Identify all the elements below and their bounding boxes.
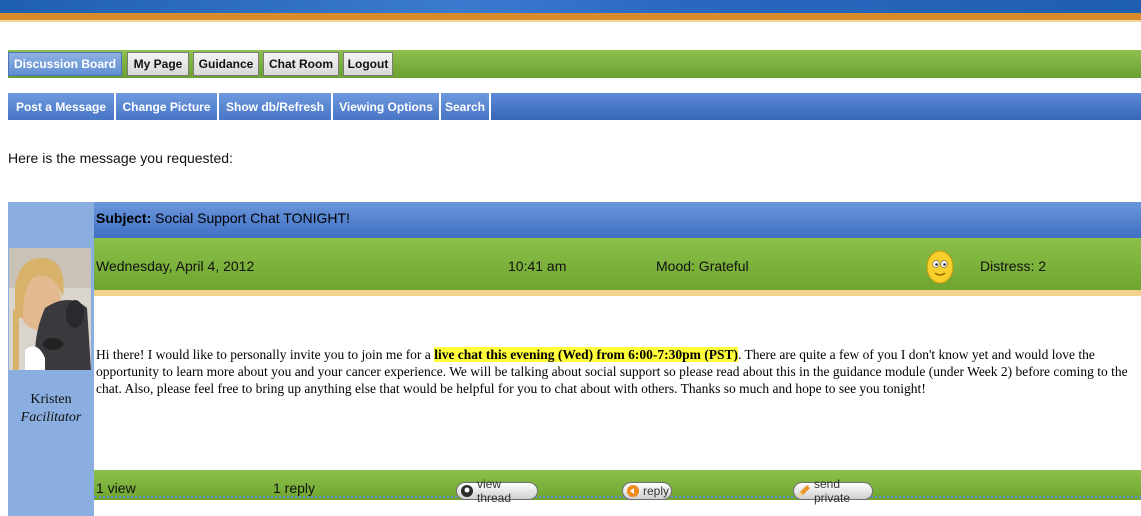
pencil-icon [796, 483, 812, 499]
tab-logout[interactable]: Logout [343, 52, 393, 76]
author-name: Kristen [30, 392, 72, 407]
intro-text: Here is the message you requested: [8, 150, 233, 166]
reply-count: 1 reply [273, 480, 316, 496]
banner-blue-stripe [0, 0, 1141, 13]
subject-text: Social Support Chat TONIGHT! [155, 210, 350, 226]
subject-label: Subject: [96, 210, 152, 226]
body-highlight: live chat this evening (Wed) from 6:00-7… [434, 347, 739, 362]
author-role: Facilitator [20, 410, 82, 425]
smiley-icon [926, 250, 954, 284]
tab-guidance[interactable]: Guidance [193, 52, 259, 76]
view-count: 1 view [96, 480, 136, 496]
tab-discussion-board[interactable]: Discussion Board [8, 52, 122, 76]
search-button[interactable]: Search [441, 93, 491, 120]
thread-icon [459, 483, 475, 499]
body-text-intro: Hi there! I would like to personally inv… [96, 347, 435, 362]
send-private-label: send private [814, 477, 851, 505]
message-mood: Mood: Grateful [656, 258, 749, 274]
meta-divider [94, 290, 1141, 296]
post-message-button[interactable]: Post a Message [8, 93, 116, 120]
message-subject: Subject: Social Support Chat TONIGHT! [96, 210, 350, 226]
view-thread-button[interactable]: view thread [456, 477, 538, 505]
reply-icon [625, 483, 641, 499]
view-thread-label: view thread [477, 477, 512, 505]
primary-nav: Discussion Board My Page Guidance Chat R… [8, 50, 1141, 78]
banner-orange-stripe [0, 13, 1141, 20]
viewing-options-button[interactable]: Viewing Options [333, 93, 441, 120]
footer-divider [94, 496, 1141, 500]
top-banner [0, 0, 1141, 22]
message-time: 10:41 am [508, 258, 567, 274]
tab-chat-room[interactable]: Chat Room [263, 52, 339, 76]
send-private-button[interactable]: send private [793, 477, 873, 505]
change-picture-button[interactable]: Change Picture [116, 93, 219, 120]
message-distress: Distress: 2 [980, 258, 1047, 274]
message-body: Hi there! I would like to personally inv… [96, 346, 1136, 397]
avatar[interactable] [9, 248, 91, 370]
show-db-refresh-button[interactable]: Show db/Refresh [219, 93, 333, 120]
message-date: Wednesday, April 4, 2012 [96, 258, 255, 274]
reply-label: reply [643, 484, 670, 498]
banner-divider [0, 20, 1141, 22]
secondary-nav: Post a Message Change Picture Show db/Re… [8, 93, 1141, 120]
reply-button[interactable]: reply [622, 482, 672, 500]
tab-my-page[interactable]: My Page [127, 52, 189, 76]
